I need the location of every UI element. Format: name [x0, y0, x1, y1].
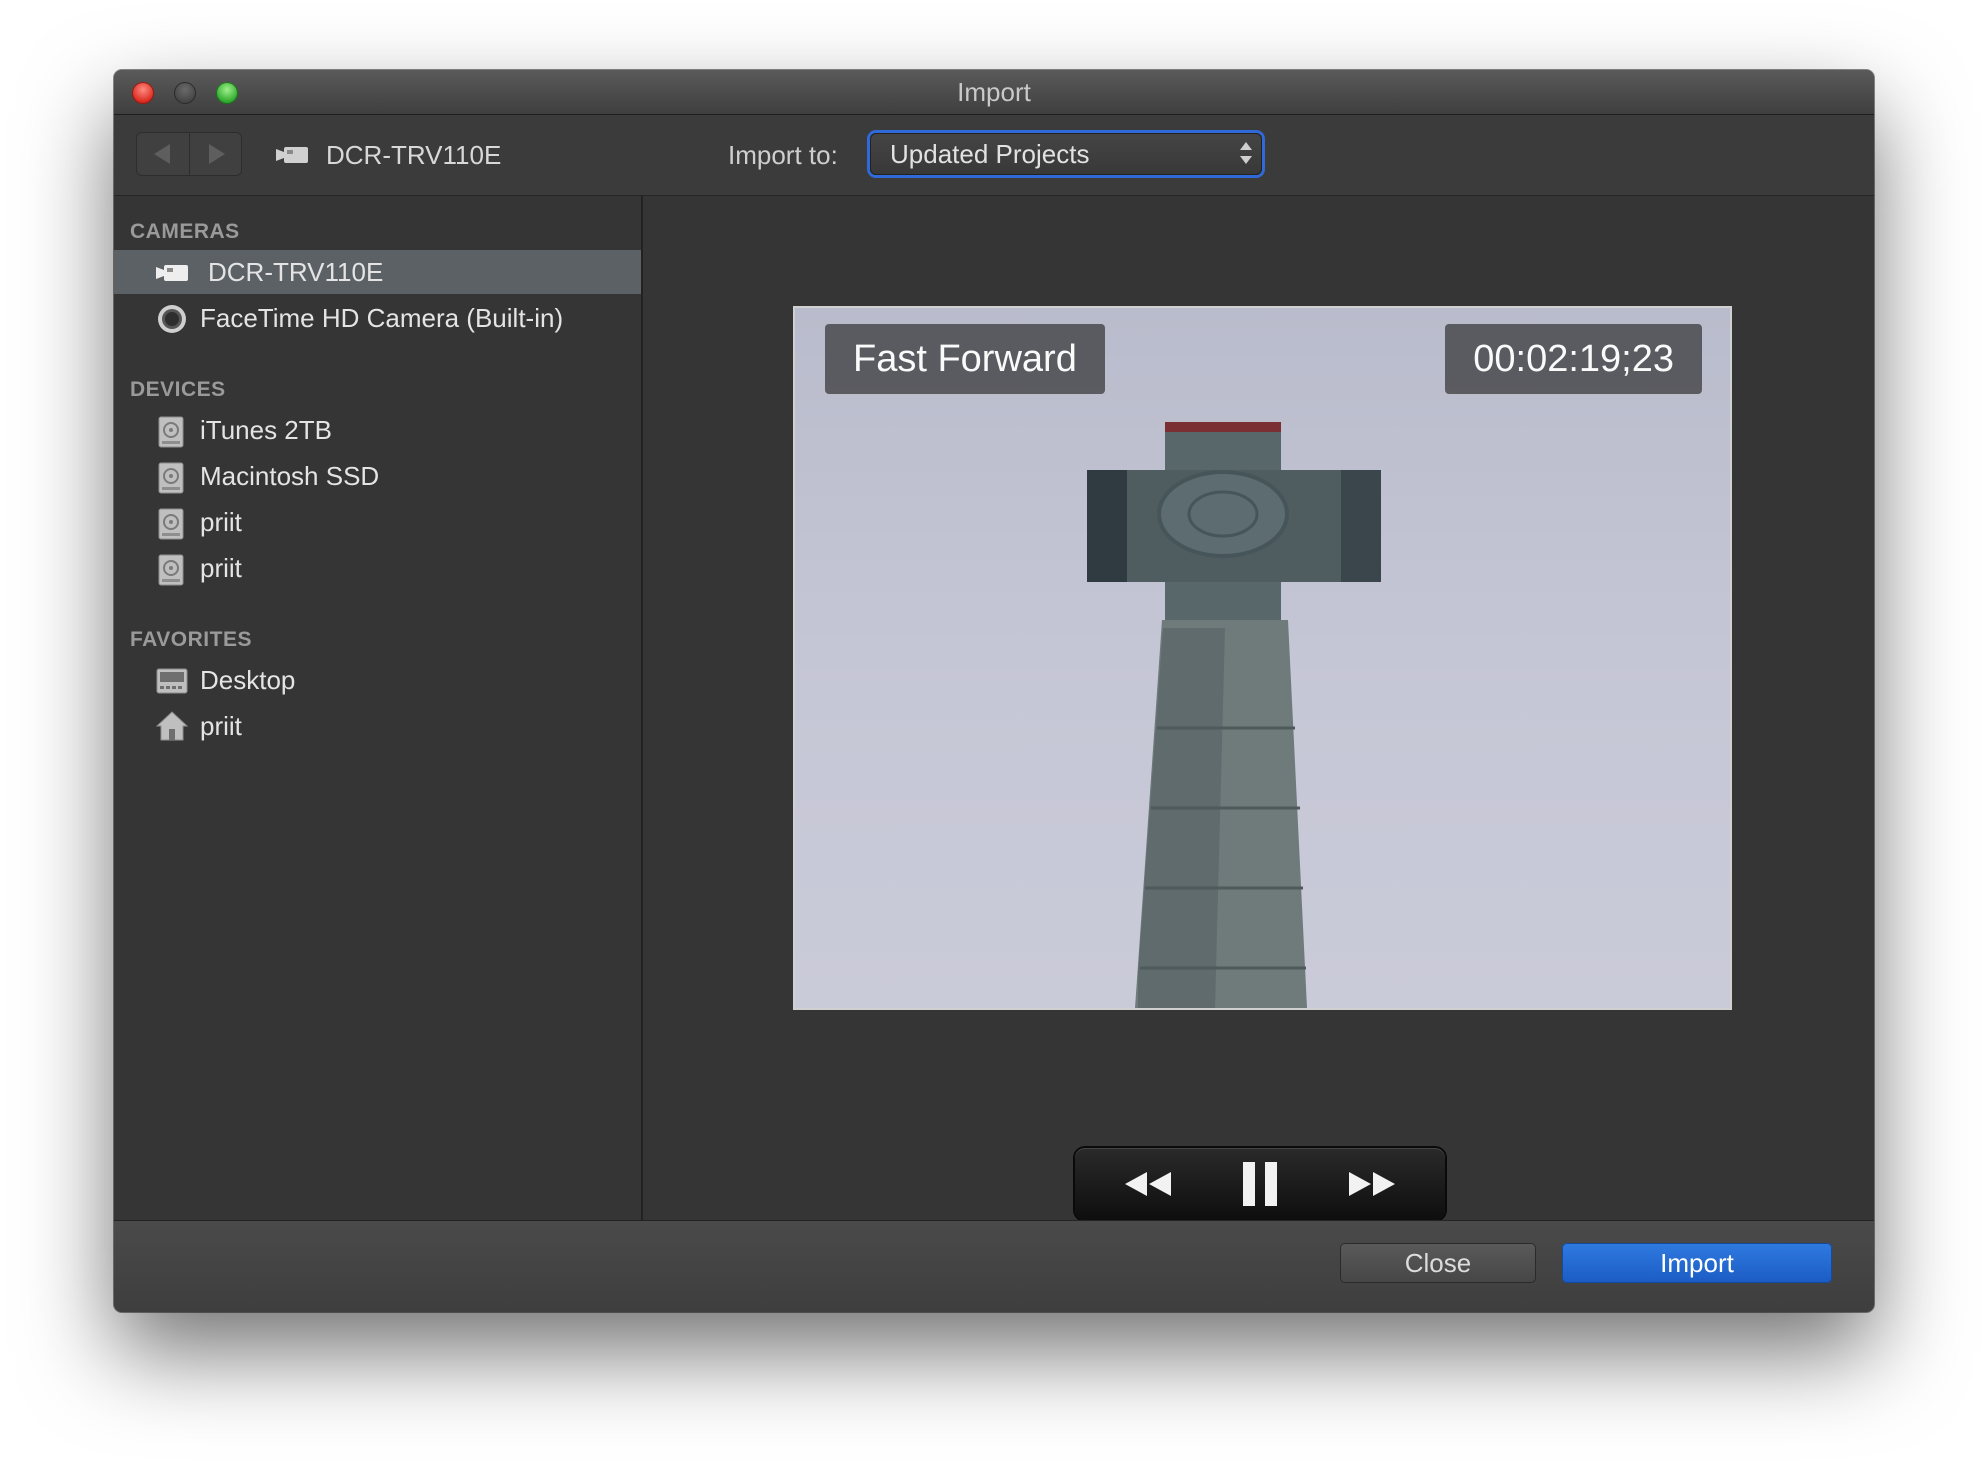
import-to-select[interactable]: Updated Projects — [870, 133, 1262, 175]
rewind-icon[interactable] — [1119, 1148, 1179, 1220]
playback-mode-badge: Fast Forward — [825, 324, 1105, 394]
hard-drive-icon — [158, 554, 184, 591]
sidebar-item-priit-drive-2[interactable]: priit — [114, 546, 641, 590]
desktop-icon — [156, 668, 188, 699]
sidebar-item-label: priit — [200, 507, 242, 537]
section-header-cameras: CAMERAS — [130, 220, 240, 243]
sidebar-item-priit-home[interactable]: priit — [114, 704, 641, 748]
back-button[interactable] — [136, 132, 190, 176]
forward-button[interactable] — [189, 132, 242, 176]
camcorder-icon — [276, 144, 310, 171]
sidebar-item-label: Desktop — [200, 665, 296, 695]
section-header-favorites: FAVORITES — [130, 628, 252, 651]
current-device-label: DCR-TRV110E — [326, 140, 502, 170]
sidebar-item-label: FaceTime HD Camera (Built-in) — [200, 303, 564, 333]
sidebar: CAMERAS DCR-TRV110E FaceTime HD Camera (… — [114, 196, 643, 1220]
fast-forward-icon[interactable] — [1341, 1148, 1401, 1220]
sidebar-item-label: iTunes 2TB — [200, 415, 332, 445]
sidebar-item-dcr-trv110e[interactable]: DCR-TRV110E — [114, 250, 641, 294]
title-bar: Import — [114, 70, 1874, 115]
section-header-devices: DEVICES — [130, 378, 226, 401]
sidebar-item-label: DCR-TRV110E — [208, 257, 384, 287]
import-window: Import DCR-TRV110E Import to: Updated Pr… — [114, 70, 1874, 1312]
hard-drive-icon — [158, 462, 184, 499]
toolbar: DCR-TRV110E Import to: Updated Projects — [114, 115, 1874, 196]
sidebar-item-priit-drive-1[interactable]: priit — [114, 500, 641, 544]
close-button[interactable]: Close — [1340, 1243, 1536, 1283]
sidebar-item-itunes-2tb[interactable]: iTunes 2TB — [114, 408, 641, 452]
window-title: Import — [957, 77, 1031, 107]
chevron-updown-icon — [1240, 140, 1252, 168]
navigation-buttons — [136, 132, 242, 176]
preview-area: Fast Forward 00:02:19;23 — [643, 196, 1874, 1220]
webcam-icon — [156, 303, 188, 340]
sidebar-item-facetime-camera[interactable]: FaceTime HD Camera (Built-in) — [114, 296, 641, 340]
video-preview[interactable]: Fast Forward 00:02:19;23 — [793, 306, 1732, 1010]
sidebar-item-macintosh-ssd[interactable]: Macintosh SSD — [114, 454, 641, 498]
import-button[interactable]: Import — [1562, 1243, 1832, 1283]
pause-icon[interactable] — [1237, 1148, 1283, 1220]
hard-drive-icon — [158, 508, 184, 545]
tower-cross-image — [1087, 422, 1381, 1008]
timecode-badge: 00:02:19;23 — [1445, 324, 1702, 394]
forward-arrow-icon — [209, 144, 225, 164]
hard-drive-icon — [158, 416, 184, 453]
footer-bar: Close Import — [114, 1220, 1874, 1312]
back-arrow-icon — [154, 144, 170, 164]
sidebar-item-label: Macintosh SSD — [200, 461, 380, 491]
import-to-value: Updated Projects — [890, 139, 1090, 169]
sidebar-item-label: priit — [200, 553, 242, 583]
import-to-label: Import to: — [728, 140, 838, 170]
home-icon — [155, 710, 189, 747]
playback-controls — [1075, 1148, 1445, 1220]
sidebar-item-desktop[interactable]: Desktop — [114, 658, 641, 702]
camcorder-icon — [156, 262, 190, 289]
sidebar-item-label: priit — [200, 711, 242, 741]
